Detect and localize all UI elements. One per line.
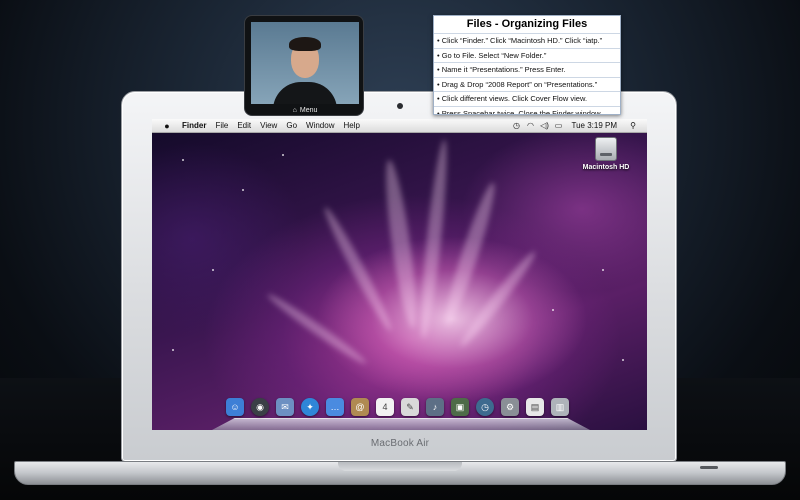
menu-finder[interactable]: Finder (182, 121, 206, 130)
video-menu-button[interactable]: ⌂ Menu (245, 105, 365, 116)
home-icon: ⌂ (292, 107, 297, 114)
menu-edit[interactable]: Edit (237, 121, 251, 130)
menu-window[interactable]: Window (306, 121, 334, 130)
iphoto-icon[interactable]: ▣ (451, 398, 469, 416)
finder-icon[interactable]: ☺ (226, 398, 244, 416)
preview-icon[interactable]: ✎ (401, 398, 419, 416)
instructions-panel: Files - Organizing Files • Click “Finder… (433, 15, 621, 115)
menu-bar: ● Finder File Edit View Go Window Help ◷… (152, 119, 647, 133)
ichat-icon[interactable]: … (326, 398, 344, 416)
laptop-screen: ● Finder File Edit View Go Window Help ◷… (152, 119, 647, 430)
presenter-hair (289, 37, 321, 51)
time-machine-icon[interactable]: ◷ (476, 398, 494, 416)
menu-file[interactable]: File (215, 121, 228, 130)
sleep-indicator (700, 466, 718, 469)
menu-help[interactable]: Help (343, 121, 359, 130)
instruction-step: • Press Spacebar twice. Close the Finder… (434, 105, 620, 114)
safari-icon[interactable]: ✦ (301, 398, 319, 416)
dock-icons: ☺ ◉ ✉ ✦ … @4 ✎ ♪ ▣ ◷ ⚙ ▤ ▥ (226, 398, 576, 416)
laptop-model-label: MacBook Air (370, 438, 430, 449)
presenter-video-frame (251, 22, 359, 104)
dashboard-icon[interactable]: ◉ (251, 398, 269, 416)
time-machine-icon[interactable]: ◷ (509, 121, 523, 130)
instruction-step: • Click different views. Click Cover Flo… (434, 91, 620, 106)
documents-icon[interactable]: ▤ (526, 398, 544, 416)
presenter-video[interactable]: ⌂ Menu (244, 15, 364, 116)
dock: ☺ ◉ ✉ ✦ … @4 ✎ ♪ ▣ ◷ ⚙ ▤ ▥ (212, 398, 590, 430)
instruction-step: • Name it “Presentations.” Press Enter. (434, 62, 620, 77)
volume-icon[interactable]: ◁) (537, 121, 551, 130)
battery-icon[interactable]: ▭ (551, 121, 565, 130)
desktop-wallpaper (152, 119, 647, 430)
menu-clock[interactable]: Tue 3:19 PM (571, 121, 617, 130)
menu-view[interactable]: View (260, 121, 277, 130)
presenter-body (273, 82, 337, 104)
itunes-icon[interactable]: ♪ (426, 398, 444, 416)
apple-icon[interactable]: ● (160, 121, 174, 131)
hard-drive-icon (595, 137, 617, 161)
instructions-title: Files - Organizing Files (466, 18, 588, 30)
mail-icon[interactable]: ✉ (276, 398, 294, 416)
instruction-step: • Click “Finder.” Click “Macintosh HD.” … (434, 33, 620, 48)
trash-icon[interactable]: ▥ (551, 398, 569, 416)
instruction-step: • Drag & Drop “2008 Report” on “Presenta… (434, 76, 620, 92)
macintosh-hd-desktop-icon[interactable]: Macintosh HD (576, 137, 636, 171)
laptop-notch (338, 462, 462, 471)
spotlight-icon[interactable]: ⚲ (627, 121, 639, 130)
menu-go[interactable]: Go (286, 121, 297, 130)
system-preferences-icon[interactable]: ⚙ (501, 398, 519, 416)
dock-shelf (212, 418, 590, 430)
ical-icon[interactable]: 4 (376, 398, 394, 416)
address-book-icon[interactable]: @ (351, 398, 369, 416)
instruction-step: • Go to File. Select “New Folder.” (434, 47, 620, 63)
video-menu-label: Menu (299, 107, 318, 114)
wifi-icon[interactable]: ◠ (523, 121, 537, 130)
drive-label: Macintosh HD (582, 164, 630, 171)
camera-icon (397, 103, 403, 109)
